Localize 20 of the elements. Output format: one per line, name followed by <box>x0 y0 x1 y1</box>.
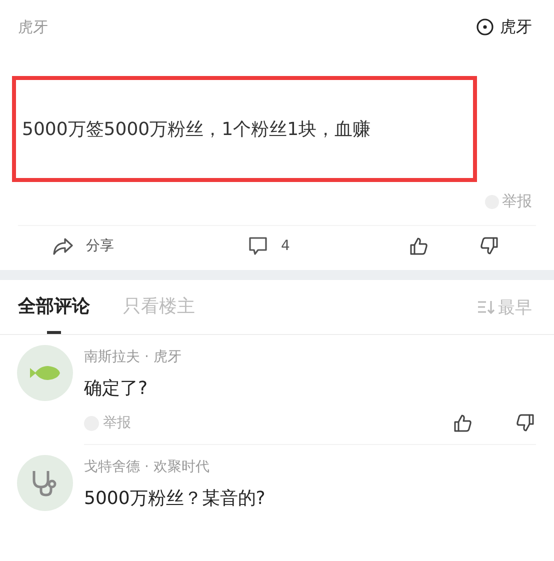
comment-icon <box>247 236 269 256</box>
thumbs-up-icon[interactable] <box>408 235 430 257</box>
thumbs-up-icon[interactable] <box>452 412 474 434</box>
comment-text: 确定了? <box>84 377 149 401</box>
share-button[interactable]: 分享 <box>52 236 114 256</box>
tab[interactable]: 全部评论 <box>18 280 90 334</box>
source-label: 虎牙 <box>18 18 48 36</box>
share-icon <box>52 236 74 256</box>
comment-author: 戈特舍德 · 欢聚时代 <box>84 458 210 477</box>
sort-icon <box>477 299 495 315</box>
target-icon <box>476 18 494 36</box>
comment-text: 5000万粉丝？某音的? <box>84 487 266 511</box>
stethoscope-icon <box>31 468 59 498</box>
follow-button[interactable]: 虎牙 <box>476 16 532 38</box>
fish-icon <box>30 365 60 381</box>
post-text: 5000万签5000万粉丝，1个粉丝1块，血赚 <box>12 76 477 182</box>
comments-button[interactable]: 4 <box>247 236 290 256</box>
thumbs-down-icon[interactable] <box>478 235 500 257</box>
comment-author: 南斯拉夫 · 虎牙 <box>84 348 182 367</box>
thumbs-down-icon[interactable] <box>514 412 536 434</box>
